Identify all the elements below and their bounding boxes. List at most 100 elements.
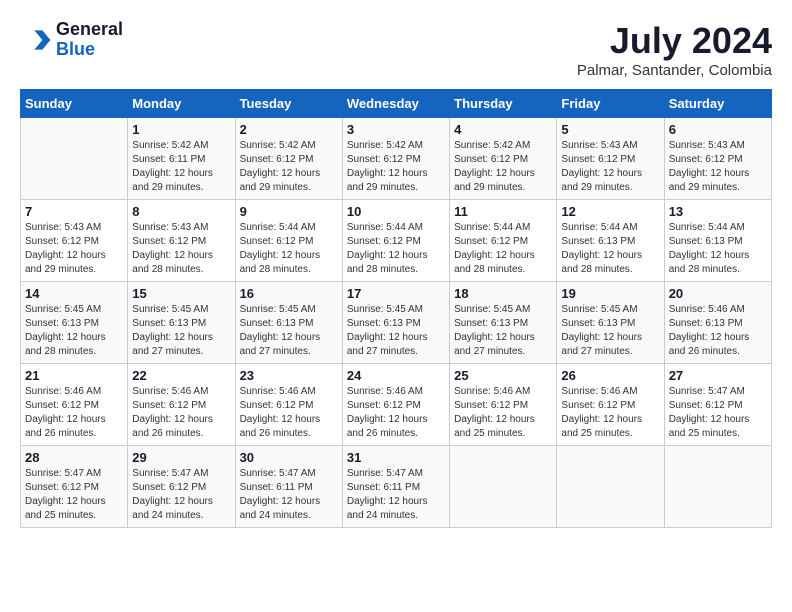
table-row: 25Sunrise: 5:46 AMSunset: 6:12 PMDayligh… [450,364,557,446]
table-row: 18 Sunrise: 5:45 AMSunset: 6:13 PMDayligh… [450,282,557,364]
day-number: 28 [25,450,123,465]
day-info: Sunrise: 5:45 AMSunset: 6:13 PMDaylight:… [561,303,659,359]
day-number: 2 [240,122,338,137]
table-row: 10Sunrise: 5:44 AMSunset: 6:12 PMDayligh… [342,200,449,282]
table-row: 16Sunrise: 5:45 AMSunset: 6:13 PMDayligh… [235,282,342,364]
table-row: 1 Sunrise: 5:42 AMSunset: 6:11 PMDaylight… [128,118,235,200]
day-info: Sunrise: 5:46 AMSunset: 6:12 PMDaylight:… [347,385,445,441]
day-number: 21 [25,368,123,383]
table-row: 30 Sunrise: 5:47 AMSunset: 6:11 PMDayligh… [235,446,342,528]
table-row: 20Sunrise: 5:46 AMSunset: 6:13 PMDayligh… [664,282,771,364]
day-number: 6 [669,122,767,137]
header-day-monday: Monday [128,90,235,118]
table-row: 28 Sunrise: 5:47 AMSunset: 6:12 PMDayligh… [21,446,128,528]
day-number: 31 [347,450,445,465]
day-number: 22 [132,368,230,383]
day-info: Sunrise: 5:46 AMSunset: 6:12 PMDaylight:… [25,385,123,441]
table-row: 29 Sunrise: 5:47 AMSunset: 6:12 PMDayligh… [128,446,235,528]
day-number: 12 [561,204,659,219]
month-year: July 2024 [577,20,772,62]
page-header: General Blue July 2024 Palmar, Santander… [20,20,772,79]
week-row-2: 7 Sunrise: 5:43 AMSunset: 6:12 PMDaylight… [21,200,772,282]
table-row: 15Sunrise: 5:45 AMSunset: 6:13 PMDayligh… [128,282,235,364]
day-number: 30 [240,450,338,465]
table-row: 11 Sunrise: 5:44 AMSunset: 6:12 PMDayligh… [450,200,557,282]
day-number: 1 [132,122,230,137]
day-number: 7 [25,204,123,219]
table-row: 31 Sunrise: 5:47 AMSunset: 6:11 PMDayligh… [342,446,449,528]
day-number: 3 [347,122,445,137]
day-number: 23 [240,368,338,383]
header-day-friday: Friday [557,90,664,118]
day-number: 29 [132,450,230,465]
table-row: 27 Sunrise: 5:47 AMSunset: 6:12 PMDayligh… [664,364,771,446]
table-row: 7 Sunrise: 5:43 AMSunset: 6:12 PMDaylight… [21,200,128,282]
day-number: 27 [669,368,767,383]
table-row: 14Sunrise: 5:45 AMSunset: 6:13 PMDayligh… [21,282,128,364]
week-row-3: 14Sunrise: 5:45 AMSunset: 6:13 PMDayligh… [21,282,772,364]
table-row: 8 Sunrise: 5:43 AMSunset: 6:12 PMDaylight… [128,200,235,282]
table-row: 21 Sunrise: 5:46 AMSunset: 6:12 PMDayligh… [21,364,128,446]
day-info: Sunrise: 5:42 AMSunset: 6:12 PMDaylight:… [240,139,338,195]
day-info: Sunrise: 5:46 AMSunset: 6:12 PMDaylight:… [561,385,659,441]
table-row: 6 Sunrise: 5:43 AMSunset: 6:12 PMDaylight… [664,118,771,200]
day-info: Sunrise: 5:47 AMSunset: 6:11 PMDaylight:… [240,467,338,523]
day-info: Sunrise: 5:47 AMSunset: 6:12 PMDaylight:… [669,385,767,441]
day-info: Sunrise: 5:46 AMSunset: 6:12 PMDaylight:… [454,385,552,441]
day-info: Sunrise: 5:43 AMSunset: 6:12 PMDaylight:… [132,221,230,277]
day-number: 18 [454,286,552,301]
day-number: 5 [561,122,659,137]
day-info: Sunrise: 5:43 AMSunset: 6:12 PMDaylight:… [669,139,767,195]
table-row: 24 Sunrise: 5:46 AMSunset: 6:12 PMDayligh… [342,364,449,446]
title-block: July 2024 Palmar, Santander, Colombia [577,20,772,79]
day-info: Sunrise: 5:46 AMSunset: 6:12 PMDaylight:… [132,385,230,441]
day-number: 13 [669,204,767,219]
day-number: 4 [454,122,552,137]
table-row: 4Sunrise: 5:42 AMSunset: 6:12 PMDaylight… [450,118,557,200]
table-row [450,446,557,528]
table-row: 22 Sunrise: 5:46 AMSunset: 6:12 PMDayligh… [128,364,235,446]
day-info: Sunrise: 5:47 AMSunset: 6:12 PMDaylight:… [25,467,123,523]
day-info: Sunrise: 5:44 AMSunset: 6:12 PMDaylight:… [240,221,338,277]
location: Palmar, Santander, Colombia [577,62,772,79]
week-row-1: 1 Sunrise: 5:42 AMSunset: 6:11 PMDaylight… [21,118,772,200]
day-info: Sunrise: 5:43 AMSunset: 6:12 PMDaylight:… [25,221,123,277]
week-row-4: 21 Sunrise: 5:46 AMSunset: 6:12 PMDayligh… [21,364,772,446]
week-row-5: 28 Sunrise: 5:47 AMSunset: 6:12 PMDayligh… [21,446,772,528]
table-row: 9 Sunrise: 5:44 AMSunset: 6:12 PMDaylight… [235,200,342,282]
days-header-row: SundayMondayTuesdayWednesdayThursdayFrid… [21,90,772,118]
day-info: Sunrise: 5:47 AMSunset: 6:12 PMDaylight:… [132,467,230,523]
day-info: Sunrise: 5:45 AMSunset: 6:13 PMDaylight:… [132,303,230,359]
table-row: 5Sunrise: 5:43 AMSunset: 6:12 PMDaylight… [557,118,664,200]
calendar-table: SundayMondayTuesdayWednesdayThursdayFrid… [20,89,772,528]
table-row: 19 Sunrise: 5:45 AMSunset: 6:13 PMDayligh… [557,282,664,364]
header-day-saturday: Saturday [664,90,771,118]
day-number: 24 [347,368,445,383]
header-day-thursday: Thursday [450,90,557,118]
day-info: Sunrise: 5:46 AMSunset: 6:13 PMDaylight:… [669,303,767,359]
day-number: 11 [454,204,552,219]
day-number: 9 [240,204,338,219]
day-number: 16 [240,286,338,301]
day-number: 8 [132,204,230,219]
day-info: Sunrise: 5:45 AMSunset: 6:13 PMDaylight:… [454,303,552,359]
day-info: Sunrise: 5:44 AMSunset: 6:13 PMDaylight:… [669,221,767,277]
table-row: 26Sunrise: 5:46 AMSunset: 6:12 PMDayligh… [557,364,664,446]
logo-blue: Blue [56,39,95,59]
table-row [557,446,664,528]
header-day-sunday: Sunday [21,90,128,118]
day-info: Sunrise: 5:44 AMSunset: 6:13 PMDaylight:… [561,221,659,277]
day-number: 19 [561,286,659,301]
table-row: 17 Sunrise: 5:45 AMSunset: 6:13 PMDayligh… [342,282,449,364]
day-info: Sunrise: 5:47 AMSunset: 6:11 PMDaylight:… [347,467,445,523]
table-row: 23 Sunrise: 5:46 AMSunset: 6:12 PMDayligh… [235,364,342,446]
day-info: Sunrise: 5:44 AMSunset: 6:12 PMDaylight:… [454,221,552,277]
day-number: 17 [347,286,445,301]
day-info: Sunrise: 5:45 AMSunset: 6:13 PMDaylight:… [347,303,445,359]
day-info: Sunrise: 5:42 AMSunset: 6:11 PMDaylight:… [132,139,230,195]
logo-text: General Blue [56,20,123,60]
table-row: 3Sunrise: 5:42 AMSunset: 6:12 PMDaylight… [342,118,449,200]
logo: General Blue [20,20,123,60]
table-row [21,118,128,200]
day-info: Sunrise: 5:46 AMSunset: 6:12 PMDaylight:… [240,385,338,441]
